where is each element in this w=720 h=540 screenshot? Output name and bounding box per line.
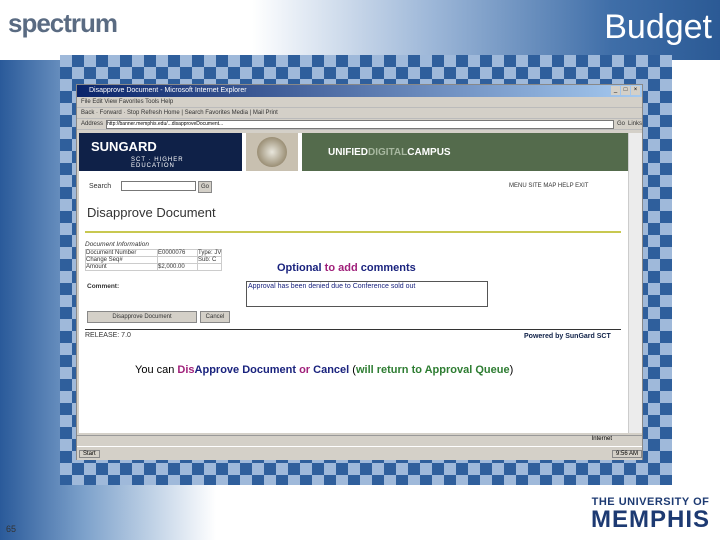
- links-button[interactable]: Links: [628, 119, 642, 129]
- address-bar: Address GoLinks: [77, 119, 642, 130]
- maximize-button[interactable]: □: [621, 86, 630, 95]
- address-go-button[interactable]: Go: [617, 119, 625, 129]
- table-row: Amount $2,000.00: [85, 263, 223, 271]
- status-bar: Internet: [77, 435, 642, 445]
- footer-divider: [85, 329, 621, 330]
- globe-image: [246, 133, 298, 171]
- zone-label: Internet: [591, 436, 612, 442]
- vertical-scrollbar[interactable]: [628, 133, 642, 433]
- comment-label: Comment:: [87, 283, 120, 290]
- banner: SUNGARD SCT · HIGHER EDUCATION UNIFIEDDIG…: [79, 133, 628, 171]
- start-button[interactable]: Start: [79, 449, 100, 458]
- address-input[interactable]: [106, 119, 614, 129]
- doc-info-heading: Document Information: [85, 241, 149, 248]
- release-label: RELEASE: 7.0: [85, 332, 131, 339]
- title-bar: Disapprove Document - Microsoft Internet…: [77, 85, 642, 97]
- table-row: Change Seq# Sub: C: [85, 256, 223, 264]
- doc-info-table: Document Number E0000076 Type: JV Change S…: [85, 249, 223, 271]
- cancel-button[interactable]: Cancel: [200, 311, 230, 323]
- page-number: 65: [6, 524, 17, 534]
- comment-textarea[interactable]: Approval has been denied due to Conferen…: [246, 281, 488, 307]
- toolbar[interactable]: Back · Forward · Stop Refresh Home | Sea…: [77, 108, 642, 119]
- table-row: Document Number E0000076 Type: JV: [85, 249, 223, 257]
- page-content: SUNGARD SCT · HIGHER EDUCATION UNIFIEDDIG…: [79, 133, 628, 433]
- top-nav[interactable]: MENU SITE MAP HELP EXIT: [509, 183, 588, 189]
- page-heading: Disapprove Document: [87, 205, 216, 220]
- disapprove-document-button[interactable]: Disapprove Document: [87, 311, 197, 323]
- udc-logo: UNIFIEDDIGITALCAMPUS: [302, 133, 628, 171]
- spectrum-logo: spectrum: [8, 8, 118, 38]
- close-button[interactable]: ×: [631, 86, 640, 95]
- taskbar: Start 9:56 AM: [77, 446, 642, 460]
- slide-title: Budget: [604, 8, 712, 46]
- minimize-button[interactable]: _: [611, 86, 620, 95]
- memphis-logo: THE UNIVERSITY OF MEMPHIS: [590, 496, 710, 533]
- window-title: Disapprove Document - Microsoft Internet…: [89, 87, 247, 94]
- search-label: Search: [89, 183, 112, 190]
- sungard-logo: SUNGARD SCT · HIGHER EDUCATION: [79, 133, 242, 171]
- optional-comments-annotation: Optional to add comments: [277, 262, 416, 274]
- instruction-annotation: You can DisApprove Document or Cancel (w…: [135, 364, 514, 376]
- clock: 9:56 AM: [611, 449, 642, 458]
- menu-bar[interactable]: File Edit View Favorites Tools Help: [77, 97, 642, 108]
- address-label: Address: [81, 120, 104, 127]
- search-go-button[interactable]: Go: [198, 181, 212, 193]
- search-input[interactable]: [121, 181, 196, 191]
- powered-by: Powered by SunGard SCT: [524, 333, 611, 340]
- divider: [85, 231, 621, 233]
